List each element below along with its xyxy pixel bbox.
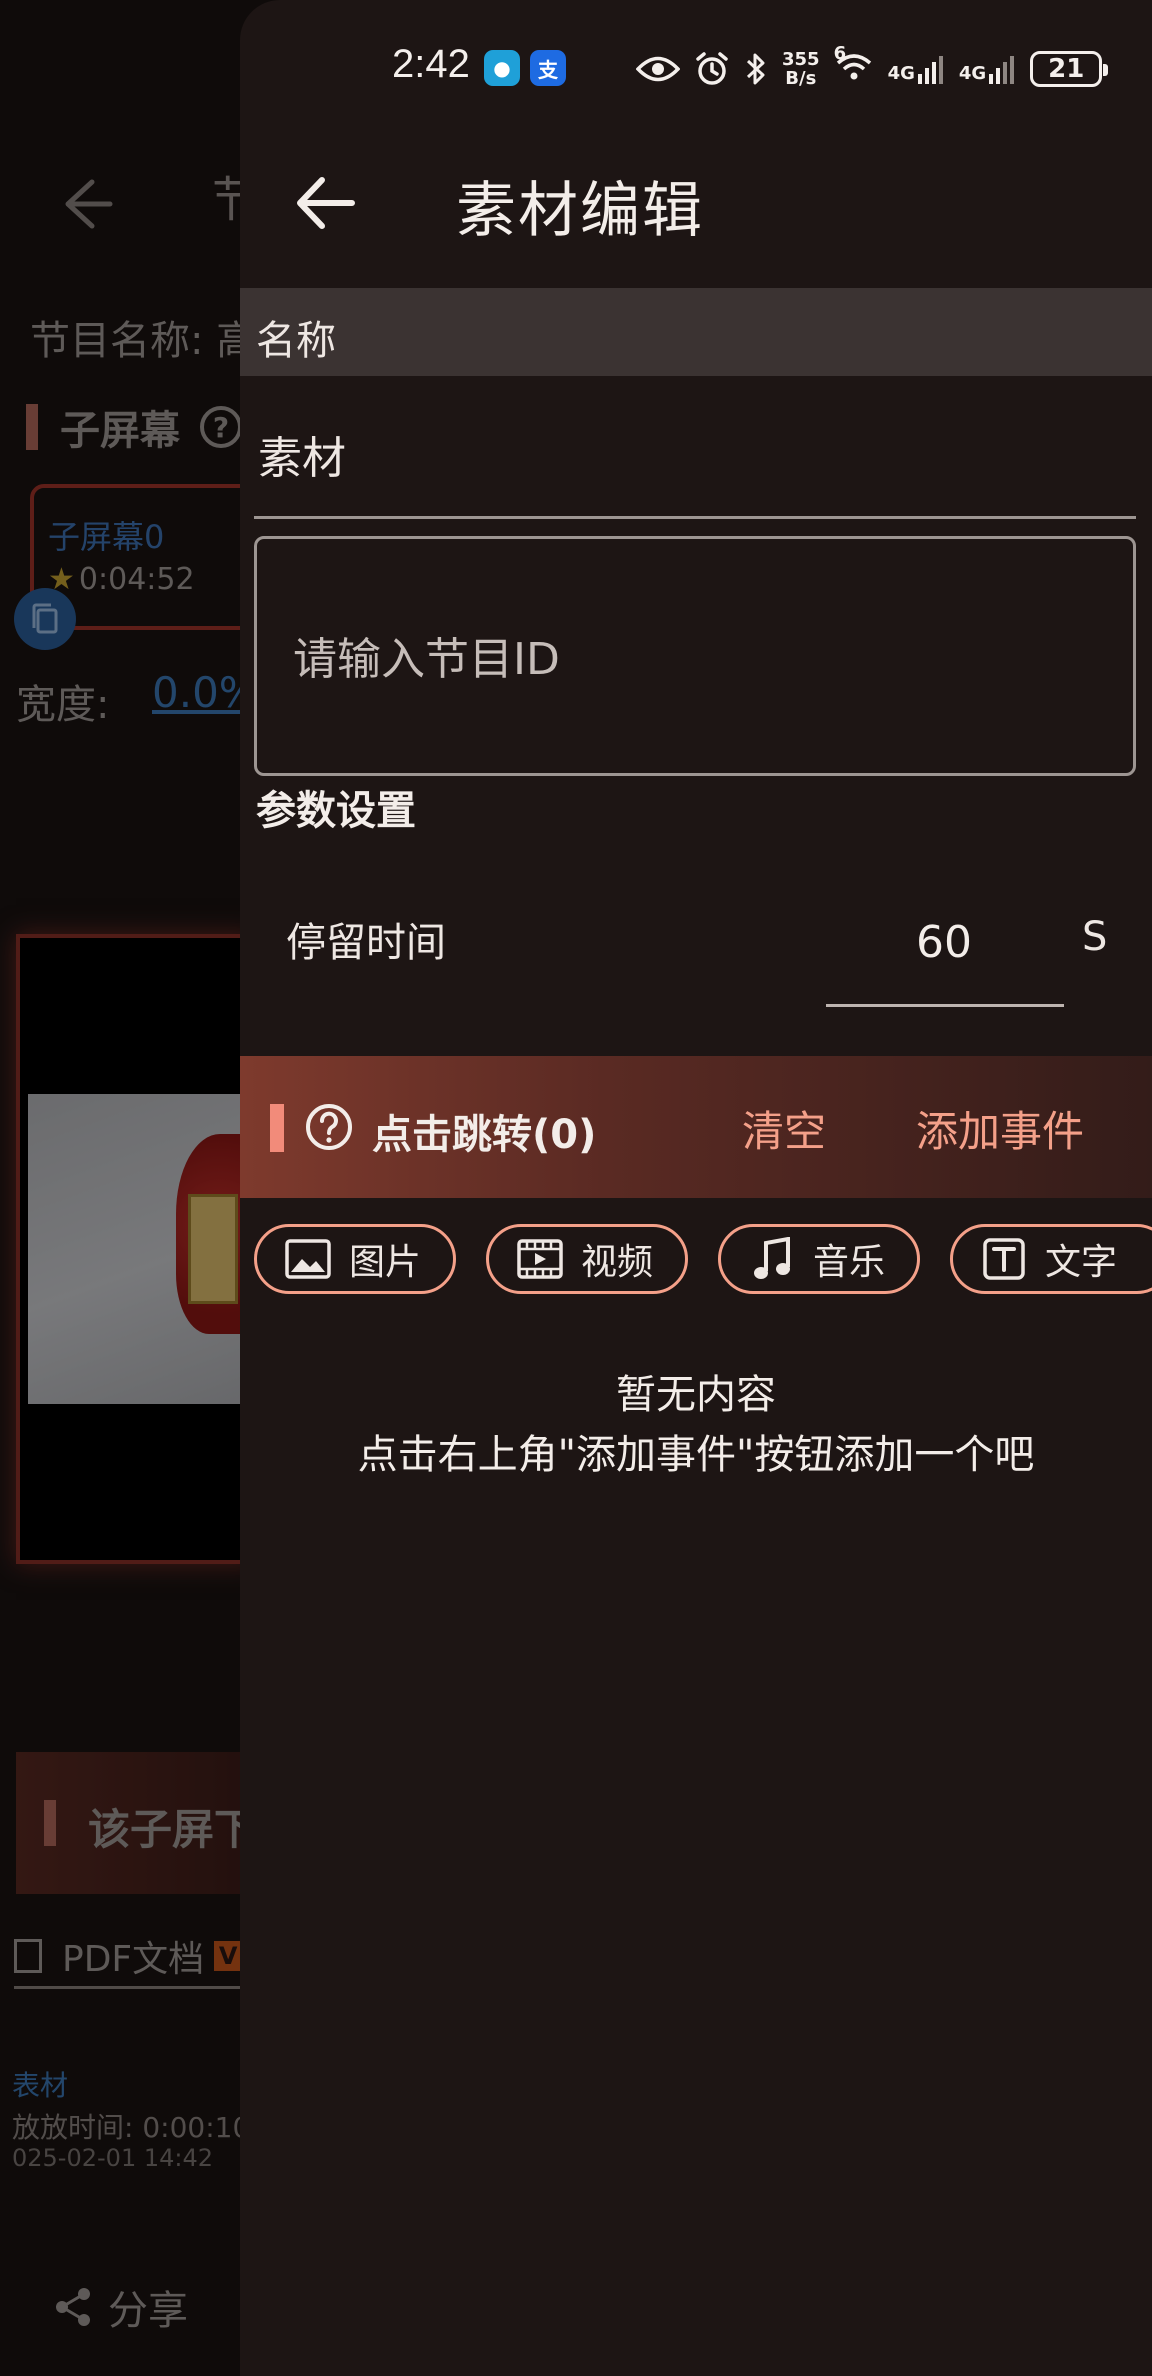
net-speed-value: 355	[782, 49, 820, 70]
stay-time-label: 停留时间	[286, 920, 446, 966]
video-chip-label: 视频	[581, 1242, 654, 1283]
signal-sim1: 4G	[888, 54, 945, 84]
network-speed: 355 B/s	[782, 50, 820, 88]
empty-state-title: 暂无内容	[616, 1372, 776, 1418]
signal-sim2: 4G	[959, 54, 1016, 84]
text-chip-label: 文字	[1045, 1242, 1118, 1283]
sim2-type: 4G	[958, 63, 987, 84]
video-chip[interactable]: 视频	[486, 1224, 688, 1294]
params-section-title: 参数设置	[256, 788, 416, 834]
name-field-underline	[254, 516, 1136, 519]
messaging-app-icon: ●	[484, 50, 520, 86]
text-chip[interactable]: 文字	[950, 1224, 1152, 1294]
image-chip[interactable]: 图片	[254, 1224, 456, 1294]
sim1-type: 4G	[887, 63, 915, 84]
click-jump-title: 点击跳转(0)	[372, 1112, 597, 1158]
panel-title: 素材编辑	[456, 176, 704, 246]
stay-time-underline	[826, 1004, 1064, 1007]
video-icon	[517, 1236, 563, 1282]
wifi-indicator: 6	[834, 43, 874, 87]
music-chip[interactable]: 音乐	[718, 1224, 920, 1294]
status-icons: 355 B/s 6 4G 4G 21	[636, 43, 1109, 92]
bluetooth-icon	[746, 53, 765, 85]
empty-state-hint: 点击右上角"添加事件"按钮添加一个吧	[357, 1432, 1035, 1478]
wifi-badge: 6	[833, 43, 847, 64]
net-speed-unit: B/s	[785, 68, 817, 89]
music-note-icon	[749, 1236, 795, 1282]
battery-indicator: 21	[1030, 51, 1109, 87]
eye-icon	[636, 56, 680, 82]
payment-app-icon: 支	[530, 50, 566, 86]
name-section-label: 名称	[256, 318, 336, 364]
image-chip-label: 图片	[349, 1242, 422, 1283]
status-bar: 2:42 ● 支 355 B/s 6 4G 4G 21	[240, 38, 1152, 98]
clear-button[interactable]: 清空	[742, 1098, 826, 1159]
material-edit-panel: 2:42 ● 支 355 B/s 6 4G 4G 21 素材编辑 名称 素材 请…	[240, 0, 1152, 2376]
back-arrow-icon[interactable]	[292, 172, 358, 234]
section-accent-bar	[270, 1104, 284, 1152]
add-event-button[interactable]: 添加事件	[916, 1098, 1084, 1159]
text-icon	[981, 1236, 1027, 1282]
image-icon	[285, 1236, 331, 1282]
status-time: 2:42	[392, 42, 470, 86]
program-id-box[interactable]	[254, 536, 1136, 776]
material-name-field[interactable]: 素材	[258, 422, 346, 486]
name-section-header	[240, 288, 1152, 376]
program-id-input[interactable]	[293, 629, 1093, 689]
music-chip-label: 音乐	[813, 1242, 886, 1283]
stay-time-input[interactable]	[826, 912, 1062, 972]
alarm-icon	[696, 52, 728, 85]
stay-time-unit: S	[1082, 914, 1108, 960]
help-icon[interactable]	[304, 1102, 354, 1152]
signal-bars-icon	[917, 56, 943, 84]
signal-bars-icon	[989, 56, 1015, 84]
